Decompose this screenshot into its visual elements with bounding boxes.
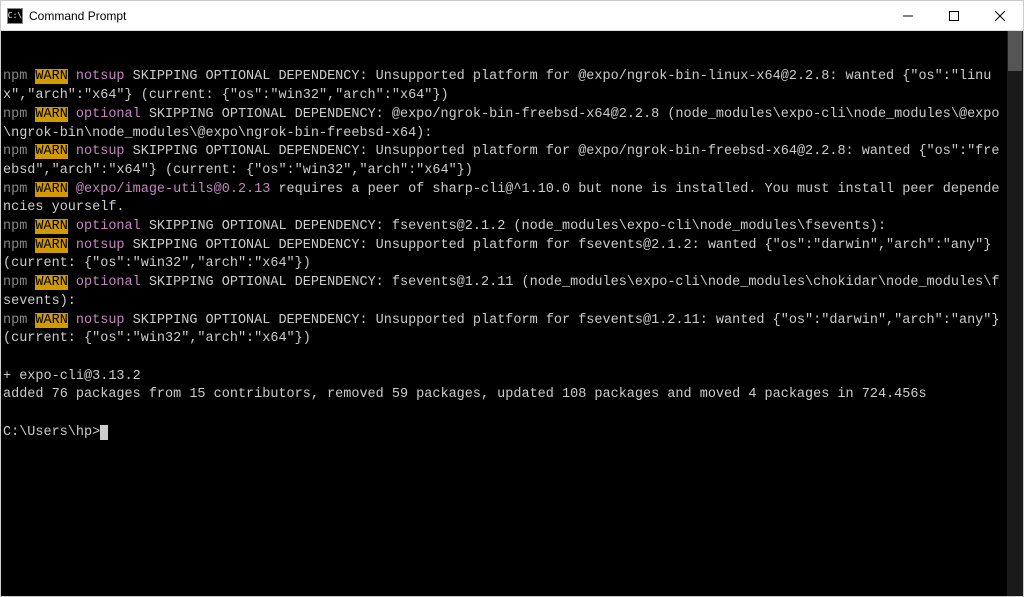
prompt-line[interactable]: C:\Users\hp> [3, 424, 1005, 443]
terminal-line: npm WARN notsup SKIPPING OPTIONAL DEPEND… [3, 68, 1005, 105]
terminal-line: npm WARN notsup SKIPPING OPTIONAL DEPEND… [3, 143, 1005, 180]
cursor [100, 425, 108, 440]
terminal-line: npm WARN optional SKIPPING OPTIONAL DEPE… [3, 218, 1005, 237]
terminal-line: npm WARN @expo/image-utils@0.2.13 requir… [3, 181, 1005, 218]
terminal-line [3, 405, 1005, 424]
terminal-line: + expo-cli@3.13.2 [3, 368, 1005, 387]
command-prompt-window: C:\ Command Prompt npm WARN notsup SKIPP… [0, 0, 1024, 597]
scrollbar[interactable] [1007, 31, 1023, 596]
maximize-button[interactable] [931, 1, 977, 30]
terminal-line: npm WARN optional SKIPPING OPTIONAL DEPE… [3, 106, 1005, 143]
terminal-line: npm WARN optional SKIPPING OPTIONAL DEPE… [3, 274, 1005, 311]
terminal-line [3, 349, 1005, 368]
titlebar[interactable]: C:\ Command Prompt [1, 1, 1023, 31]
terminal-line: npm WARN notsup SKIPPING OPTIONAL DEPEND… [3, 312, 1005, 349]
app-icon: C:\ [7, 8, 23, 24]
scrollbar-thumb[interactable] [1008, 31, 1022, 71]
minimize-button[interactable] [885, 1, 931, 30]
terminal-output[interactable]: npm WARN notsup SKIPPING OPTIONAL DEPEND… [1, 31, 1023, 596]
prompt-text: C:\Users\hp> [3, 425, 100, 440]
terminal-line: added 76 packages from 15 contributors, … [3, 386, 1005, 405]
window-controls [885, 1, 1023, 30]
terminal-line: npm WARN notsup SKIPPING OPTIONAL DEPEND… [3, 237, 1005, 274]
close-button[interactable] [977, 1, 1023, 30]
window-title: Command Prompt [29, 9, 885, 23]
